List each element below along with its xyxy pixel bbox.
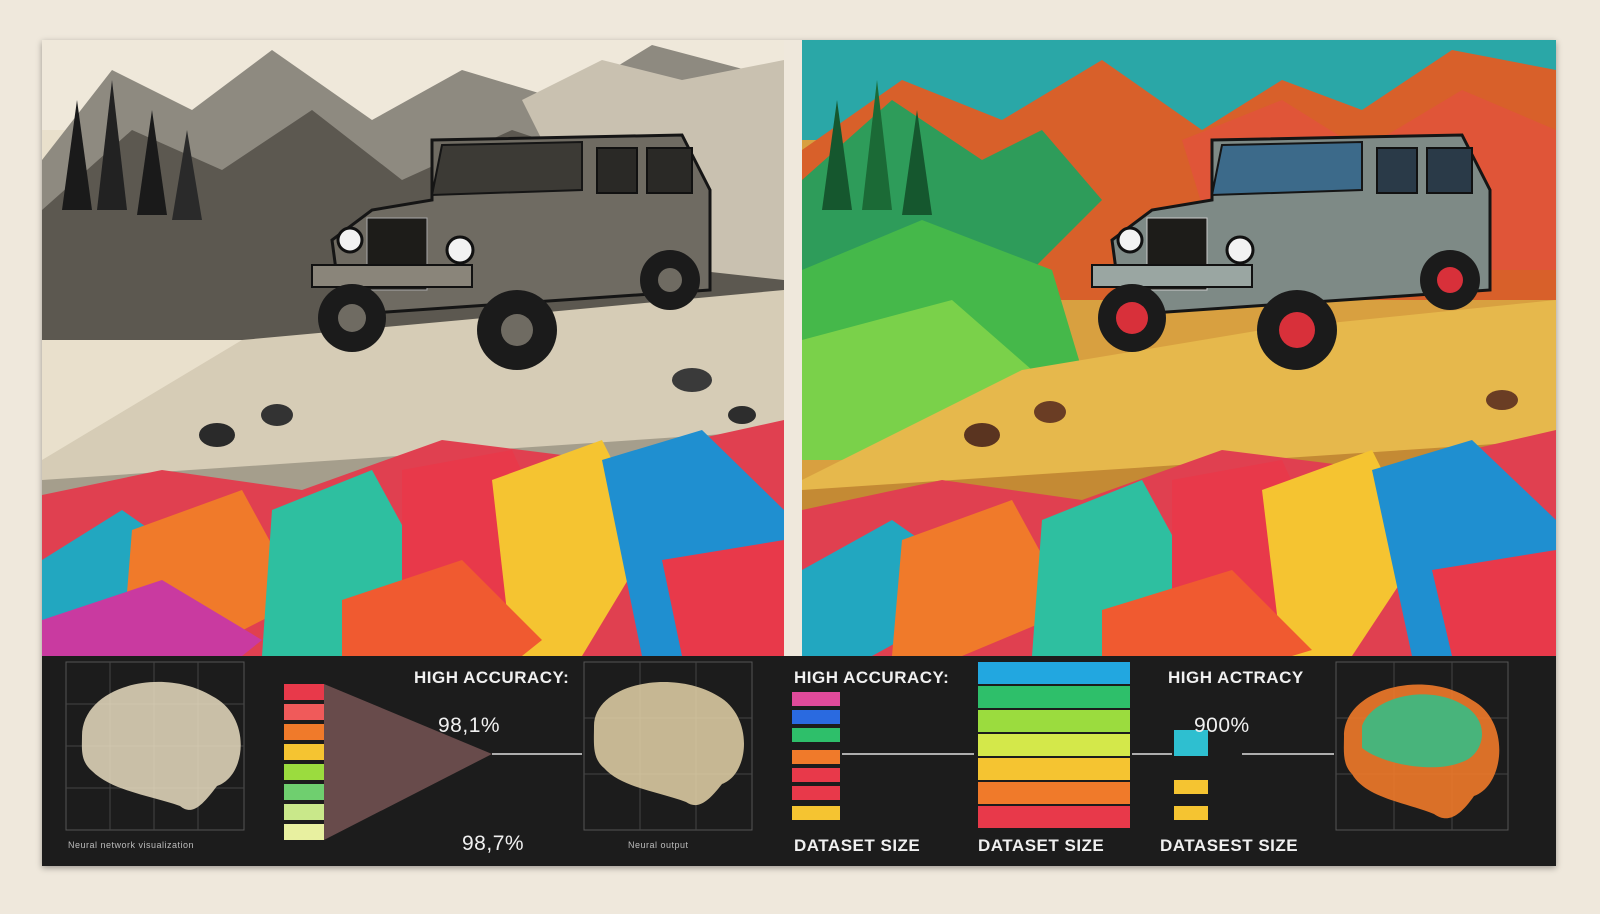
colorful-illustration xyxy=(802,40,1556,656)
color-bars-right-mini xyxy=(1174,730,1334,820)
panel-divider xyxy=(784,40,802,656)
middle-caption: Neural output xyxy=(628,840,689,850)
colorful-jeep-panel xyxy=(802,40,1556,656)
brain-grid-right xyxy=(1335,661,1509,831)
left-high-accuracy-label: HIGH ACCURACY: xyxy=(414,668,570,687)
color-bars-right-small xyxy=(792,692,974,820)
dataset-size-label-1: DATASET SIZE xyxy=(794,836,921,855)
color-bars-left xyxy=(284,684,582,840)
left-caption: Neural network visualization xyxy=(68,840,195,850)
left-accuracy-value-bottom: 98,7% xyxy=(462,832,525,855)
right-accuracy-value: 900% xyxy=(1194,714,1250,737)
comparison-figure: HIGH ACCURACY: 98,1% 98,7% Neural networ… xyxy=(42,40,1556,866)
right-high-actracy-label: HIGH ACTRACY xyxy=(1168,668,1304,687)
brain-grid-middle xyxy=(583,661,753,831)
sketch-jeep-panel xyxy=(42,40,784,656)
infographic-strip: HIGH ACCURACY: 98,1% 98,7% Neural networ… xyxy=(42,656,1556,866)
color-bars-right-large xyxy=(978,662,1172,828)
sketch-illustration xyxy=(42,40,784,656)
dataset-size-label-2: DATASET SIZE xyxy=(978,836,1105,855)
left-accuracy-value-top: 98,1% xyxy=(438,714,501,737)
right-high-accuracy-label: HIGH ACCURACY: xyxy=(794,668,950,687)
brain-grid-left xyxy=(65,661,245,831)
dataset-size-label-3: DATASEST SIZE xyxy=(1160,836,1299,855)
